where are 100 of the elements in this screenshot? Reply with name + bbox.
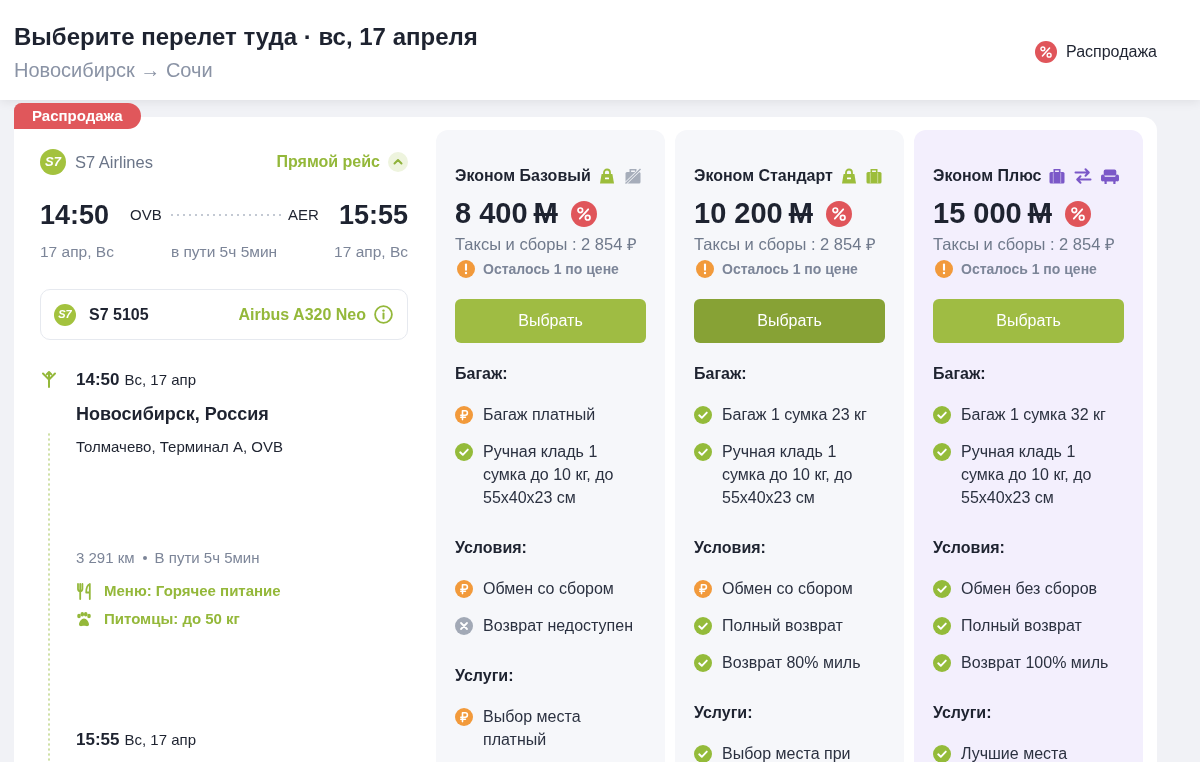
fare-condition: Возврат 80% миль [722,653,861,673]
taxes-fees: Таксы и сборы : 2 854 ₽ [933,234,1116,254]
departure-time: 14:50 [40,198,110,232]
arrival-date: 17 апр, Вс [334,242,408,262]
departure-date: 17 апр, Вс [40,242,114,262]
fare-condition: Обмен без сборов [961,579,1098,599]
warning-icon [696,260,714,278]
seats-left-note: Осталось 1 по цене [483,259,619,279]
fare-condition: Обмен со сбором [722,579,853,599]
fare-condition: Выбор места платный [483,707,582,750]
flight-number: S7 5105 [89,304,149,325]
chevron-up-icon[interactable] [388,152,408,172]
fare-price: 8 400 [455,196,528,232]
amenity-text: Меню: Горячее питание [104,581,281,601]
fare-condition: Лучшие места [961,744,1068,762]
crossed-suitcase-icon [622,167,643,185]
taxes-fees: Таксы и сборы : 2 854 ₽ [694,234,877,254]
ruble-icon [455,579,473,598]
fare-condition: Багаж платный [483,405,596,425]
departure-marker-icon [41,370,57,388]
fare-condition: Обмен со сбором [483,579,614,599]
suitcase-icon [864,167,883,185]
check-icon [694,616,712,635]
section-heading: Багаж: [933,364,987,384]
fare-name: Эконом Стандарт [694,166,833,186]
exchange-arrows-icon [1073,167,1094,185]
check-icon [933,579,951,598]
fare-condition: Выбор места при [722,744,851,762]
select-button[interactable]: Выбрать [694,299,885,343]
check-icon [933,616,951,635]
section-heading: Багаж: [455,364,509,384]
section-heading: Услуги: [455,666,515,686]
check-icon [694,442,712,461]
departure-time: 14:50 [76,369,120,391]
fare-condition: Ручная кладь 1 сумка до 10 кг, до 55x40x23 см [722,442,854,508]
sale-percent-icon [1035,41,1057,63]
miles-currency-sign: M [1027,196,1052,232]
paw-icon [76,611,92,627]
airline-logo: S7 [54,303,76,326]
fare-price: 15 000 [933,196,1022,232]
ruble-icon [455,405,473,424]
arrival-time: 15:55 [76,729,120,751]
airline-logo: S7 [40,149,66,175]
fare-price: 10 200 [694,196,783,232]
section-heading: Услуги: [933,703,993,723]
check-icon [933,744,951,762]
select-button[interactable]: Выбрать [455,299,646,343]
section-heading: Условия: [933,538,1006,558]
section-heading: Багаж: [694,364,748,384]
miles-currency-sign: M [533,196,558,232]
fare-condition: Багаж 1 сумка 32 кг [961,405,1106,425]
fare-name: Эконом Плюс [933,166,1042,186]
departure-date: Вс, 17 апр [124,370,196,390]
ruble-icon [455,707,473,726]
fare-condition: Возврат 100% миль [961,653,1109,673]
info-icon[interactable] [374,305,393,324]
fare-name: Эконом Базовый [455,166,591,186]
seats-left-note: Осталось 1 по цене [722,259,858,279]
armchair-icon [1100,167,1121,185]
airline-name: S7 Airlines [75,151,153,173]
handbag-icon [597,167,616,185]
check-icon [455,442,473,461]
taxes-fees: Таксы и сборы : 2 854 ₽ [455,234,638,254]
warning-icon [457,260,475,278]
suitcase-icon [1048,167,1067,185]
departure-city: Новосибирск, Россия [76,403,270,426]
departure-airport: Толмачево, Терминал А, OVB [76,437,283,457]
section-heading: Услуги: [694,703,754,723]
aircraft-name: Airbus A320 Neo [238,304,366,325]
arrival-time: 15:55 [338,198,408,232]
fare-condition: Ручная кладь 1 сумка до 10 кг, до 55x40x23 см [961,442,1093,508]
check-icon [694,653,712,672]
miles-currency-sign: M [788,196,813,232]
airport-code: AER [288,204,319,225]
check-icon [933,405,951,424]
travel-time: В пути 5ч 5мин [154,548,260,568]
select-button[interactable]: Выбрать [933,299,1124,343]
ruble-icon [694,579,712,598]
sale-badge: Распродажа [14,103,141,129]
sale-filter[interactable]: Распродажа [1035,41,1157,63]
cross-icon [455,616,473,635]
direct-flight-toggle[interactable]: Прямой рейс [276,150,408,174]
airport-code: OVB [130,204,162,225]
warning-icon [935,260,953,278]
route-subtitle: Новосибирск → Сочи [14,58,214,83]
fare-condition: Ручная кладь 1 сумка до 10 кг, до 55x40x23 см [483,442,615,508]
arrival-date: Вс, 17 апр [124,730,196,750]
section-heading: Условия: [694,538,767,558]
flight-duration: в пути 5ч 5мин [170,242,278,262]
fare-condition: Возврат недоступен [483,616,633,636]
check-icon [694,405,712,424]
amenity-text: Питомцы: до 50 кг [104,609,240,629]
fare-condition: Багаж 1 сумка 23 кг [722,405,867,425]
page-title: Выберите перелет туда · вс, 17 апреля [14,22,478,52]
flight-distance: 3 291 км [76,548,135,568]
handbag-icon [839,167,858,185]
check-icon [933,653,951,672]
section-heading: Условия: [455,538,528,558]
fare-condition: Полный возврат [961,616,1082,636]
seats-left-note: Осталось 1 по цене [961,259,1097,279]
